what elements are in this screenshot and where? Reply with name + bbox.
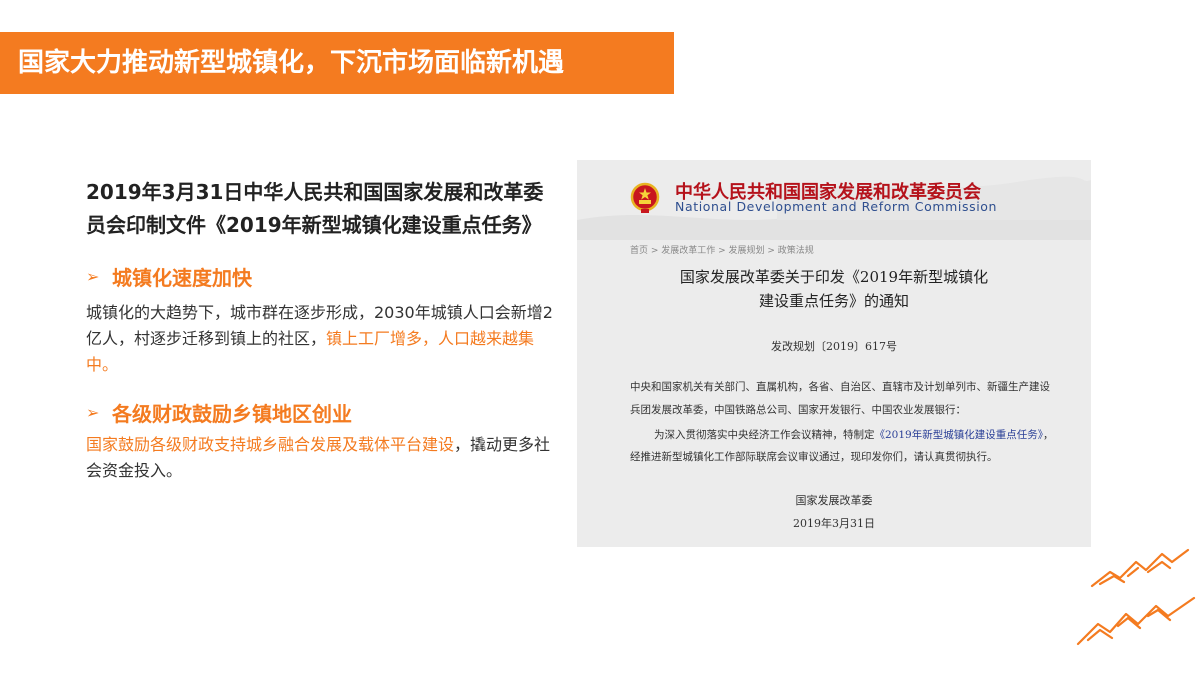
- document-signer: 国家发展改革委: [795, 494, 873, 507]
- document-title-line2: 建设重点任务》的通知: [758, 292, 909, 310]
- subheading-text: 城镇化速度加快: [112, 265, 252, 290]
- main-heading: 2019年3月31日中华人民共和国国家发展和改革委员会印制文件《2019年新型城…: [86, 180, 544, 237]
- breadcrumb: 首页 > 发展改革工作 > 发展规划 > 政策法规: [630, 246, 814, 256]
- document-paragraph-1: 中央和国家机关有关部门、直属机构，各省、自治区、直辖市及计划单列市、新疆生产建设: [630, 381, 1050, 393]
- document-paragraph-4: 经推进新型城镇化工作部际联席会议审议通过，现印发你们，请认真贯彻执行。: [630, 451, 998, 463]
- section-text-fiscal: 国家鼓励各级财政支持城乡融合发展及载体平台建设，撬动更多社会资金投入。: [86, 432, 556, 484]
- left-content: 2019年3月31日中华人民共和国国家发展和改革委员会印制文件《2019年新型城…: [86, 176, 556, 484]
- document-title-line1: 国家发展改革委关于印发《2019年新型城镇化: [679, 268, 989, 286]
- mountain-decoration-icon: [1076, 548, 1196, 646]
- document-screenshot: 中华人民共和国国家发展和改革委员会 National Development a…: [577, 160, 1091, 547]
- subheading-text: 各级财政鼓励乡镇地区创业: [112, 401, 352, 426]
- section-text-urbanization: 城镇化的大趋势下，城市群在逐步形成，2030年城镇人口会新增2亿人，村逐步迁移到…: [86, 300, 556, 378]
- subheading-fiscal-encouragement: ➢ 各级财政鼓励乡镇地区创业: [86, 396, 556, 428]
- arrow-bullet-icon: ➢: [86, 266, 100, 286]
- paragraph-text: ，: [1042, 429, 1054, 441]
- subheading-urbanization-speed: ➢ 城镇化速度加快: [86, 260, 556, 292]
- document-link: 《2019年新型城镇化建设重点任务》: [874, 429, 1043, 441]
- arrow-bullet-icon: ➢: [86, 402, 100, 422]
- document-date: 2019年3月31日: [793, 517, 875, 530]
- title-banner: 国家大力推动新型城镇化，下沉市场面临新机遇: [0, 32, 674, 94]
- national-emblem-icon: [630, 182, 660, 213]
- document-number: 发改规划〔2019〕617号: [771, 340, 897, 353]
- page-title: 国家大力推动新型城镇化，下沉市场面临新机遇: [18, 48, 565, 78]
- document-paragraph-2: 兵团发展改革委，中国铁路总公司、国家开发银行、中国农业发展银行：: [630, 404, 966, 416]
- section-text-highlight: 国家鼓励各级财政支持城乡融合发展及载体平台建设: [86, 435, 455, 454]
- org-name-english: National Development and Reform Commissi…: [675, 199, 998, 214]
- document-paragraph-3: 为深入贯彻落实中央经济工作会议精神，特制定《2019年新型城镇化建设重点任务》，: [654, 427, 1091, 442]
- paragraph-text: 为深入贯彻落实中央经济工作会议精神，特制定: [654, 429, 875, 441]
